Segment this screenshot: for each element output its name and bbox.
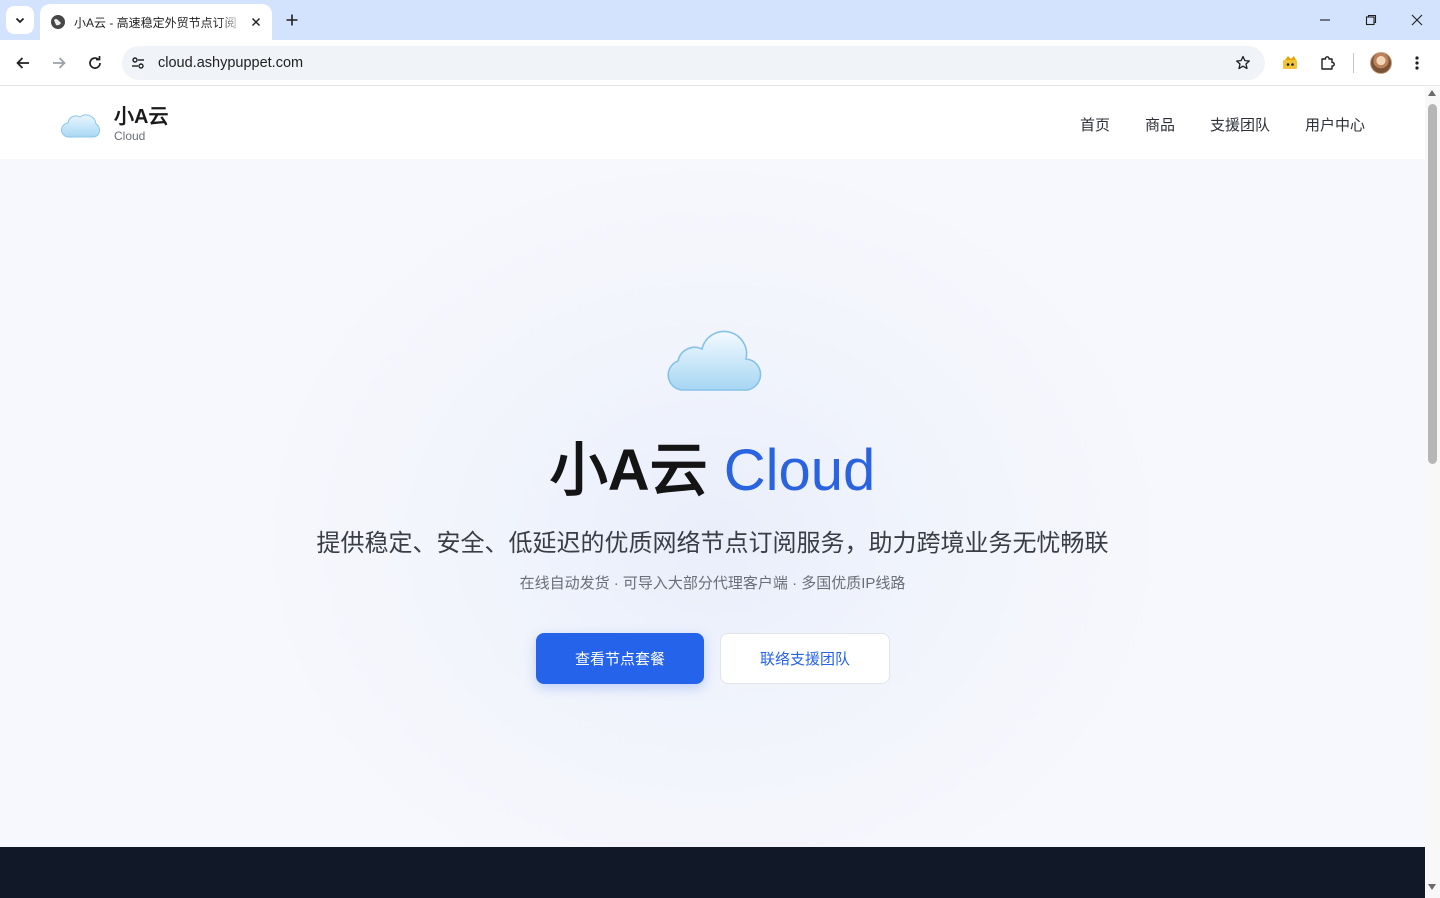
tab-strip: 小A云 - 高速稳定外贸节点订阅 (0, 0, 1440, 40)
site-header: 小A云 Cloud 首页 商品 支援团队 用户中心 (0, 87, 1425, 159)
arrow-left-icon (16, 57, 29, 69)
tab-title: 小A云 - 高速稳定外贸节点订阅 (74, 15, 237, 30)
brand-subtitle: Cloud (114, 129, 146, 143)
url-text[interactable]: cloud.ashypuppet.com (158, 55, 303, 71)
restore-icon (1365, 14, 1377, 26)
tune-icon[interactable] (124, 49, 152, 77)
star-icon[interactable] (1233, 53, 1253, 73)
globe-icon (50, 14, 66, 30)
minimize-icon (1320, 19, 1330, 21)
hero-features-note: 在线自动发货 · 可导入大部分代理客户端 · 多国优质IP线路 (519, 575, 906, 592)
nav-products[interactable]: 商品 (1145, 114, 1175, 135)
close-icon[interactable] (248, 14, 264, 30)
scroll-up-arrow-icon[interactable] (1428, 90, 1436, 96)
contact-support-button[interactable]: 联络支援团队 (720, 633, 890, 684)
reload-icon (89, 56, 101, 69)
nav-user-center[interactable]: 用户中心 (1305, 114, 1365, 135)
new-tab-button[interactable] (280, 8, 304, 32)
brand-logo[interactable]: 小A云 Cloud (60, 105, 168, 143)
cloud-icon (667, 330, 762, 391)
cloud-icon (61, 114, 101, 138)
footer-section (0, 847, 1425, 898)
forward-button[interactable] (45, 49, 73, 77)
browser-tab-active[interactable]: 小A云 - 高速稳定外贸节点订阅 (40, 4, 272, 40)
hero-title-en: Cloud (723, 438, 876, 503)
restore-button[interactable] (1348, 6, 1394, 34)
scroll-down-arrow-icon[interactable] (1428, 884, 1436, 890)
nav-home[interactable]: 首页 (1080, 114, 1110, 135)
toolbar-divider (1353, 53, 1354, 73)
close-window-button[interactable] (1394, 6, 1440, 34)
extension-icon[interactable] (1279, 51, 1303, 75)
profile-avatar[interactable] (1370, 52, 1392, 74)
minimize-button[interactable] (1302, 6, 1348, 34)
web-page: 小A云 Cloud 首页 商品 支援团队 用户中心 小A云 Cloud 提供稳定… (0, 87, 1425, 898)
back-button[interactable] (9, 49, 37, 77)
view-plans-button[interactable]: 查看节点套餐 (536, 633, 704, 684)
kebab-menu-icon[interactable] (1405, 51, 1429, 75)
hero-subtitle: 提供稳定、安全、低延迟的优质网络节点订阅服务，助力跨境业务无忧畅联 (316, 530, 1109, 557)
plus-icon (286, 14, 298, 26)
nav-support-team[interactable]: 支援团队 (1210, 114, 1270, 135)
hero-title: 小A云 Cloud (0, 437, 1425, 505)
address-bar[interactable]: cloud.ashypuppet.com (122, 46, 1265, 80)
tab-search-button[interactable] (6, 6, 34, 34)
browser-toolbar: cloud.ashypuppet.com (0, 40, 1440, 86)
hero-title-cn: 小A云 (549, 438, 708, 503)
arrow-right-icon (53, 57, 66, 69)
puzzle-icon[interactable] (1316, 51, 1340, 75)
close-icon (1411, 14, 1423, 26)
brand-name: 小A云 (114, 106, 169, 128)
reload-button[interactable] (81, 49, 109, 77)
chevron-down-icon (15, 17, 25, 24)
main-nav: 首页 商品 支援团队 用户中心 (1080, 114, 1365, 135)
scrollbar-thumb[interactable] (1428, 104, 1437, 464)
